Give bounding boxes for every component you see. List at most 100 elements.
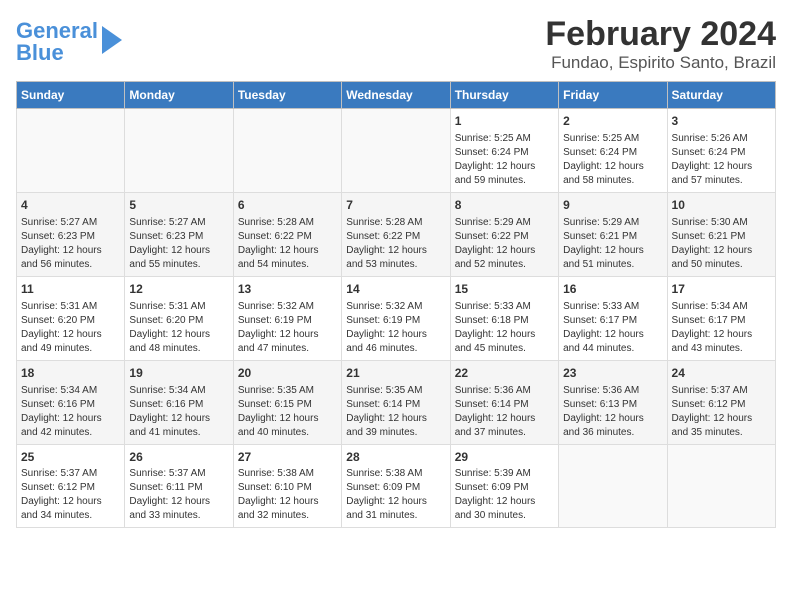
- col-header-tuesday: Tuesday: [233, 82, 341, 109]
- page-header: General Blue February 2024 Fundao, Espir…: [16, 16, 776, 73]
- day-cell: 17 Sunrise: 5:34 AM Sunset: 6:17 PM Dayli…: [667, 276, 775, 360]
- day-cell: 4 Sunrise: 5:27 AM Sunset: 6:23 PM Daylig…: [17, 193, 125, 277]
- day-number: 11: [21, 281, 120, 298]
- day-cell: 7Sunrise: 5:28 AM Sunset: 6:22 PM Daylig…: [342, 193, 450, 277]
- day-info: Sunrise: 5:25 AM Sunset: 6:24 PM Dayligh…: [563, 132, 662, 188]
- day-cell: 5 Sunrise: 5:27 AM Sunset: 6:23 PM Daylig…: [125, 193, 233, 277]
- day-info: Sunrise: 5:27 AM Sunset: 6:23 PM Dayligh…: [21, 216, 120, 272]
- day-info: Sunrise: 5:29 AM Sunset: 6:21 PM Dayligh…: [563, 216, 662, 272]
- day-number: 1: [455, 113, 554, 130]
- page-title: February 2024: [545, 16, 776, 53]
- week-row-2: 4 Sunrise: 5:27 AM Sunset: 6:23 PM Daylig…: [17, 193, 776, 277]
- day-number: 6: [238, 197, 337, 214]
- day-number: 5: [129, 197, 228, 214]
- day-info: Sunrise: 5:31 AM Sunset: 6:20 PM Dayligh…: [129, 300, 228, 356]
- day-info: Sunrise: 5:36 AM Sunset: 6:14 PM Dayligh…: [455, 384, 554, 440]
- day-info: Sunrise: 5:32 AM Sunset: 6:19 PM Dayligh…: [346, 300, 445, 356]
- day-number: 26: [129, 449, 228, 466]
- day-number: 9: [563, 197, 662, 214]
- day-cell: 6 Sunrise: 5:28 AM Sunset: 6:22 PM Daylig…: [233, 193, 341, 277]
- day-cell: 23 Sunrise: 5:36 AM Sunset: 6:13 PM Dayli…: [559, 360, 667, 444]
- day-info: Sunrise: 5:36 AM Sunset: 6:13 PM Dayligh…: [563, 384, 662, 440]
- day-info: Sunrise: 5:28 AM Sunset: 6:22 PM Dayligh…: [238, 216, 337, 272]
- day-number: 22: [455, 365, 554, 382]
- logo-blue: Blue: [16, 40, 64, 65]
- day-cell: 22 Sunrise: 5:36 AM Sunset: 6:14 PM Dayli…: [450, 360, 558, 444]
- title-block: February 2024 Fundao, Espirito Santo, Br…: [545, 16, 776, 73]
- week-row-1: 1 Sunrise: 5:25 AM Sunset: 6:24 PM Daylig…: [17, 109, 776, 193]
- day-info: Sunrise: 5:39 AM Sunset: 6:09 PM Dayligh…: [455, 467, 554, 523]
- day-cell: 16 Sunrise: 5:33 AM Sunset: 6:17 PM Dayli…: [559, 276, 667, 360]
- page-subtitle: Fundao, Espirito Santo, Brazil: [545, 53, 776, 73]
- logo: General Blue: [16, 20, 122, 64]
- day-cell: 21Sunrise: 5:35 AM Sunset: 6:14 PM Dayli…: [342, 360, 450, 444]
- day-cell: 13 Sunrise: 5:32 AM Sunset: 6:19 PM Dayli…: [233, 276, 341, 360]
- week-row-5: 25Sunrise: 5:37 AM Sunset: 6:12 PM Dayli…: [17, 444, 776, 528]
- day-cell: 12 Sunrise: 5:31 AM Sunset: 6:20 PM Dayli…: [125, 276, 233, 360]
- day-info: Sunrise: 5:33 AM Sunset: 6:17 PM Dayligh…: [563, 300, 662, 356]
- day-number: 17: [672, 281, 771, 298]
- day-number: 19: [129, 365, 228, 382]
- day-number: 29: [455, 449, 554, 466]
- day-info: Sunrise: 5:38 AM Sunset: 6:10 PM Dayligh…: [238, 467, 337, 523]
- day-number: 15: [455, 281, 554, 298]
- day-number: 4: [21, 197, 120, 214]
- day-info: Sunrise: 5:33 AM Sunset: 6:18 PM Dayligh…: [455, 300, 554, 356]
- day-cell: 2 Sunrise: 5:25 AM Sunset: 6:24 PM Daylig…: [559, 109, 667, 193]
- calendar-body: 1 Sunrise: 5:25 AM Sunset: 6:24 PM Daylig…: [17, 109, 776, 528]
- day-number: 8: [455, 197, 554, 214]
- day-number: 25: [21, 449, 120, 466]
- day-cell: 25Sunrise: 5:37 AM Sunset: 6:12 PM Dayli…: [17, 444, 125, 528]
- day-info: Sunrise: 5:34 AM Sunset: 6:17 PM Dayligh…: [672, 300, 771, 356]
- day-number: 23: [563, 365, 662, 382]
- day-info: Sunrise: 5:38 AM Sunset: 6:09 PM Dayligh…: [346, 467, 445, 523]
- day-info: Sunrise: 5:30 AM Sunset: 6:21 PM Dayligh…: [672, 216, 771, 272]
- day-cell: 24 Sunrise: 5:37 AM Sunset: 6:12 PM Dayli…: [667, 360, 775, 444]
- day-number: 18: [21, 365, 120, 382]
- day-number: 20: [238, 365, 337, 382]
- day-info: Sunrise: 5:35 AM Sunset: 6:15 PM Dayligh…: [238, 384, 337, 440]
- day-cell: 28Sunrise: 5:38 AM Sunset: 6:09 PM Dayli…: [342, 444, 450, 528]
- day-info: Sunrise: 5:32 AM Sunset: 6:19 PM Dayligh…: [238, 300, 337, 356]
- day-info: Sunrise: 5:35 AM Sunset: 6:14 PM Dayligh…: [346, 384, 445, 440]
- calendar-header-row: SundayMondayTuesdayWednesdayThursdayFrid…: [17, 82, 776, 109]
- day-info: Sunrise: 5:29 AM Sunset: 6:22 PM Dayligh…: [455, 216, 554, 272]
- day-info: Sunrise: 5:34 AM Sunset: 6:16 PM Dayligh…: [129, 384, 228, 440]
- day-number: 10: [672, 197, 771, 214]
- day-cell: 20 Sunrise: 5:35 AM Sunset: 6:15 PM Dayli…: [233, 360, 341, 444]
- day-info: Sunrise: 5:26 AM Sunset: 6:24 PM Dayligh…: [672, 132, 771, 188]
- day-info: Sunrise: 5:31 AM Sunset: 6:20 PM Dayligh…: [21, 300, 120, 356]
- day-number: 24: [672, 365, 771, 382]
- day-cell: [233, 109, 341, 193]
- day-number: 13: [238, 281, 337, 298]
- day-cell: 14Sunrise: 5:32 AM Sunset: 6:19 PM Dayli…: [342, 276, 450, 360]
- day-number: 2: [563, 113, 662, 130]
- day-number: 16: [563, 281, 662, 298]
- day-info: Sunrise: 5:37 AM Sunset: 6:12 PM Dayligh…: [21, 467, 120, 523]
- day-info: Sunrise: 5:25 AM Sunset: 6:24 PM Dayligh…: [455, 132, 554, 188]
- day-cell: 18 Sunrise: 5:34 AM Sunset: 6:16 PM Dayli…: [17, 360, 125, 444]
- day-cell: 29Sunrise: 5:39 AM Sunset: 6:09 PM Dayli…: [450, 444, 558, 528]
- col-header-thursday: Thursday: [450, 82, 558, 109]
- week-row-3: 11 Sunrise: 5:31 AM Sunset: 6:20 PM Dayli…: [17, 276, 776, 360]
- day-info: Sunrise: 5:27 AM Sunset: 6:23 PM Dayligh…: [129, 216, 228, 272]
- day-number: 12: [129, 281, 228, 298]
- day-info: Sunrise: 5:37 AM Sunset: 6:12 PM Dayligh…: [672, 384, 771, 440]
- week-row-4: 18 Sunrise: 5:34 AM Sunset: 6:16 PM Dayli…: [17, 360, 776, 444]
- day-cell: [559, 444, 667, 528]
- day-cell: [125, 109, 233, 193]
- day-cell: 9 Sunrise: 5:29 AM Sunset: 6:21 PM Daylig…: [559, 193, 667, 277]
- day-number: 28: [346, 449, 445, 466]
- day-cell: 10 Sunrise: 5:30 AM Sunset: 6:21 PM Dayli…: [667, 193, 775, 277]
- day-cell: 19 Sunrise: 5:34 AM Sunset: 6:16 PM Dayli…: [125, 360, 233, 444]
- col-header-saturday: Saturday: [667, 82, 775, 109]
- col-header-sunday: Sunday: [17, 82, 125, 109]
- calendar-table: SundayMondayTuesdayWednesdayThursdayFrid…: [16, 81, 776, 528]
- day-cell: 26Sunrise: 5:37 AM Sunset: 6:11 PM Dayli…: [125, 444, 233, 528]
- day-cell: [342, 109, 450, 193]
- logo-arrow-icon: [102, 26, 122, 54]
- day-info: Sunrise: 5:34 AM Sunset: 6:16 PM Dayligh…: [21, 384, 120, 440]
- day-cell: 3Sunrise: 5:26 AM Sunset: 6:24 PM Daylig…: [667, 109, 775, 193]
- day-cell: [667, 444, 775, 528]
- day-info: Sunrise: 5:28 AM Sunset: 6:22 PM Dayligh…: [346, 216, 445, 272]
